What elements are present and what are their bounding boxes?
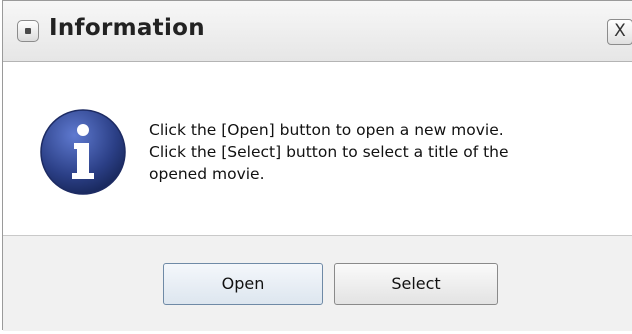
window-menu-icon[interactable] xyxy=(17,20,39,42)
information-dialog: Information X Click the [Open] button to… xyxy=(2,0,632,331)
message-text: Click the [Open] button to open a new mo… xyxy=(149,119,619,185)
message-line: Click the [Open] button to open a new mo… xyxy=(149,121,504,139)
info-icon xyxy=(40,109,126,195)
message-line: Click the [Select] button to select a ti… xyxy=(149,143,509,161)
close-button[interactable]: X xyxy=(607,19,632,45)
message-line: opened movie. xyxy=(149,165,265,183)
open-button[interactable]: Open xyxy=(163,263,323,305)
dialog-title: Information xyxy=(49,15,205,41)
dialog-content: Click the [Open] button to open a new mo… xyxy=(3,62,632,235)
button-bar: Open Select xyxy=(3,235,632,331)
title-bar: Information X xyxy=(3,1,632,62)
select-button[interactable]: Select xyxy=(334,263,498,305)
